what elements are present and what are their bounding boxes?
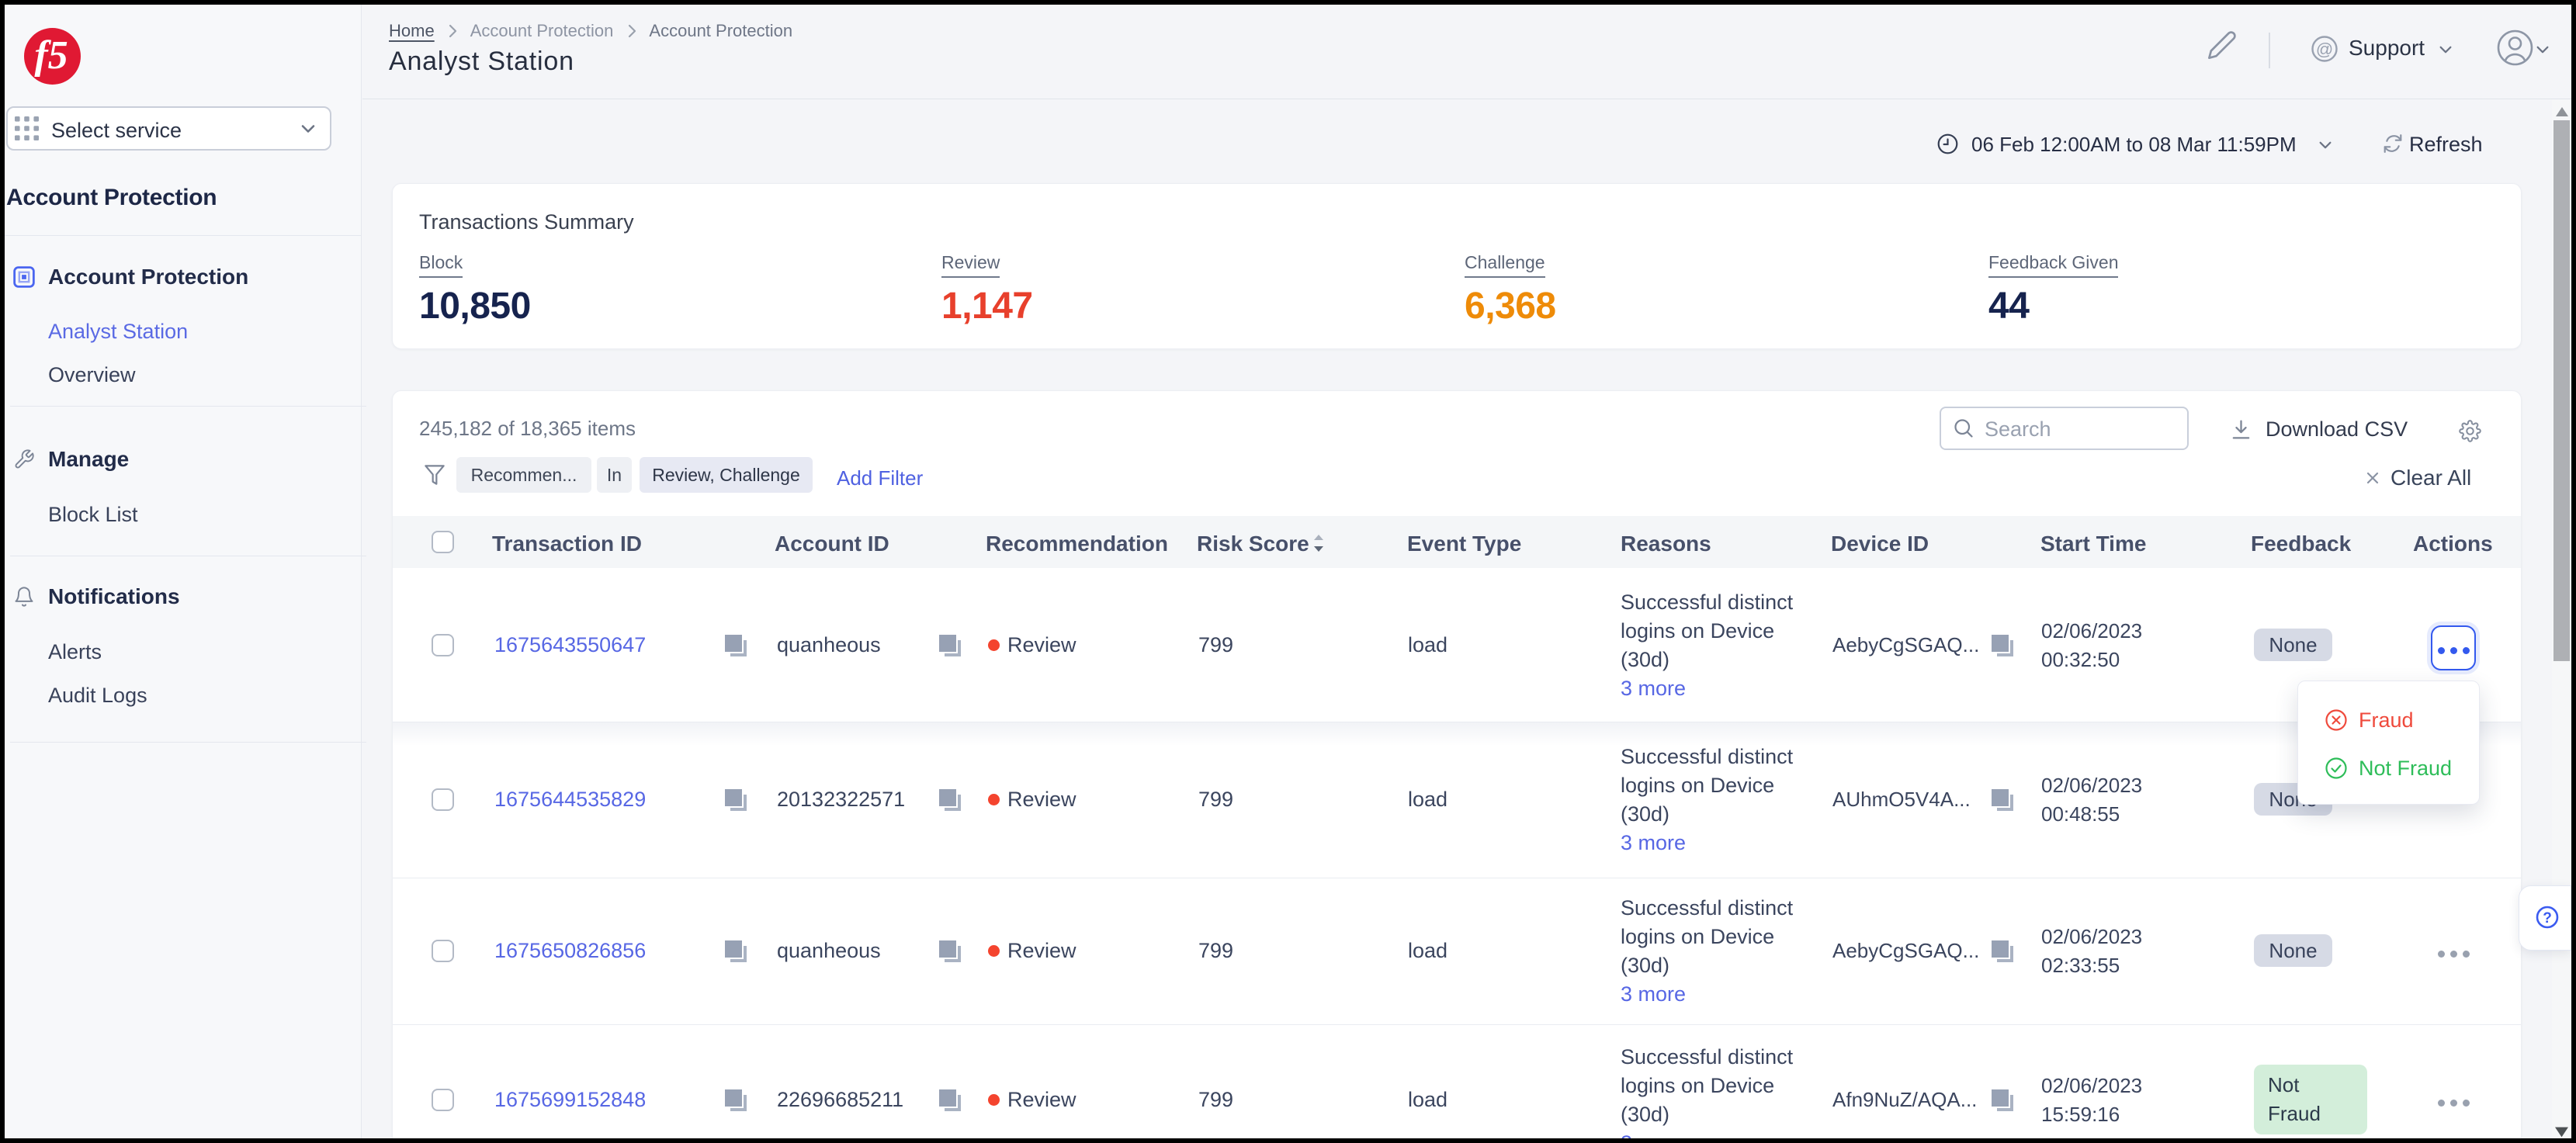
svg-text:@: @	[2316, 40, 2333, 59]
svg-text:?: ?	[2543, 910, 2552, 927]
svg-text:f5: f5	[34, 33, 68, 78]
